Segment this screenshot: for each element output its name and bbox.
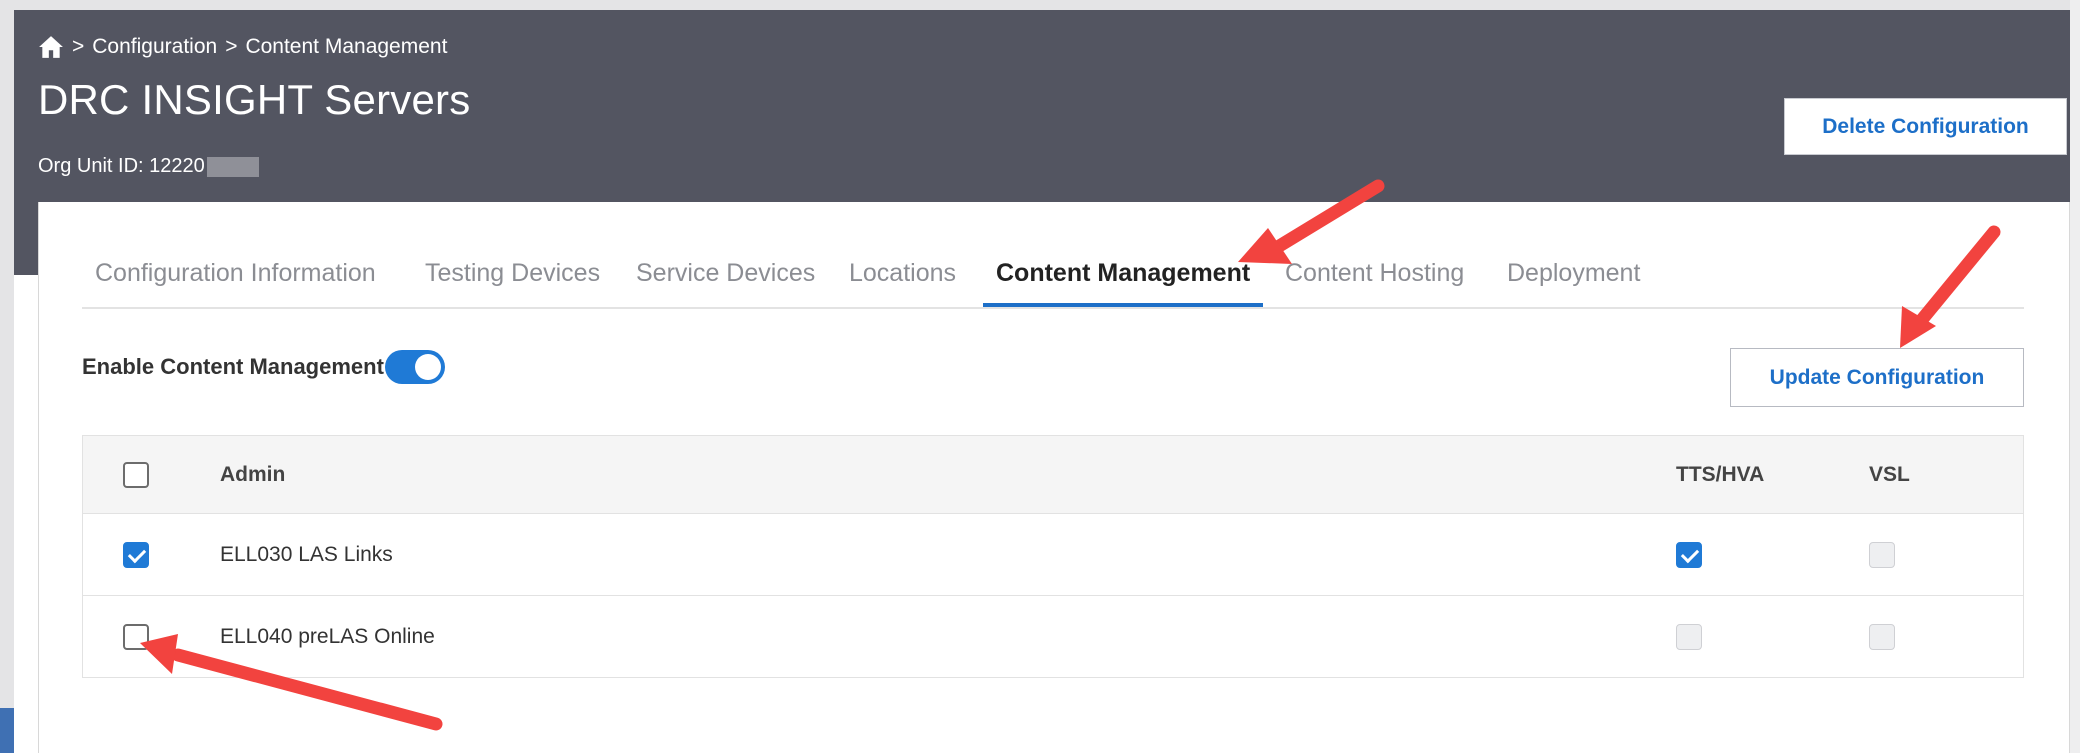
row-admin-name: ELL030 LAS Links [220, 542, 393, 566]
row-tts-cell [1676, 596, 1702, 677]
tab-bar: Configuration Information Testing Device… [82, 249, 2024, 309]
table-header-row: Admin TTS/HVA VSL [83, 436, 2023, 514]
table-row: ELL030 LAS Links [83, 514, 2023, 596]
breadcrumb-separator: > [72, 35, 85, 58]
table-row: ELL040 preLAS Online [83, 596, 2023, 677]
select-all-cell [123, 436, 149, 513]
delete-configuration-button[interactable]: Delete Configuration [1784, 98, 2067, 155]
row-tts-cell [1676, 514, 1702, 595]
breadcrumb-configuration[interactable]: Configuration [92, 35, 217, 59]
enable-content-management-toggle[interactable] [385, 350, 445, 384]
column-header-admin: Admin [220, 462, 286, 486]
column-header-vsl: VSL [1869, 462, 1910, 486]
tab-content-hosting[interactable]: Content Hosting [1272, 249, 1477, 307]
content-table: Admin TTS/HVA VSL ELL030 LAS Links ELL04… [82, 435, 2024, 678]
row-tts-checkbox[interactable] [1676, 541, 1702, 568]
row-vsl-cell [1869, 514, 1895, 595]
left-accent-bar [0, 708, 14, 753]
tab-testing-devices[interactable]: Testing Devices [412, 249, 613, 307]
column-header-tts-hva: TTS/HVA [1676, 462, 1765, 486]
enable-content-management-label: Enable Content Management [82, 354, 384, 379]
row-tts-checkbox [1676, 623, 1702, 650]
row-select-cell [123, 596, 149, 677]
tab-locations[interactable]: Locations [836, 249, 969, 307]
row-select-checkbox[interactable] [123, 541, 149, 568]
row-vsl-checkbox [1869, 623, 1895, 650]
row-select-cell [123, 514, 149, 595]
row-select-checkbox[interactable] [123, 623, 149, 650]
tab-deployment[interactable]: Deployment [1494, 249, 1653, 307]
breadcrumb: > Configuration > Content Management [38, 32, 447, 62]
window-frame-left [0, 0, 14, 753]
window-frame-right [2070, 0, 2080, 753]
tab-configuration-information[interactable]: Configuration Information [82, 249, 389, 307]
redacted-block [206, 156, 259, 177]
breadcrumb-content-management: Content Management [245, 35, 448, 58]
home-icon[interactable] [38, 34, 64, 60]
toggle-knob [415, 354, 441, 380]
org-unit-id: Org Unit ID: 12220 [38, 155, 259, 178]
update-configuration-button[interactable]: Update Configuration [1730, 348, 2024, 407]
row-vsl-checkbox [1869, 541, 1895, 568]
org-unit-id-text: Org Unit ID: 12220 [38, 155, 205, 177]
tab-content-management[interactable]: Content Management [983, 249, 1264, 307]
row-admin-name: ELL040 preLAS Online [220, 624, 435, 648]
row-vsl-cell [1869, 596, 1895, 677]
select-all-checkbox[interactable] [123, 461, 149, 488]
page-title: DRC INSIGHT Servers [38, 76, 471, 123]
breadcrumb-separator: > [225, 35, 238, 58]
tab-service-devices[interactable]: Service Devices [623, 249, 828, 307]
window-frame-top [0, 0, 2080, 10]
